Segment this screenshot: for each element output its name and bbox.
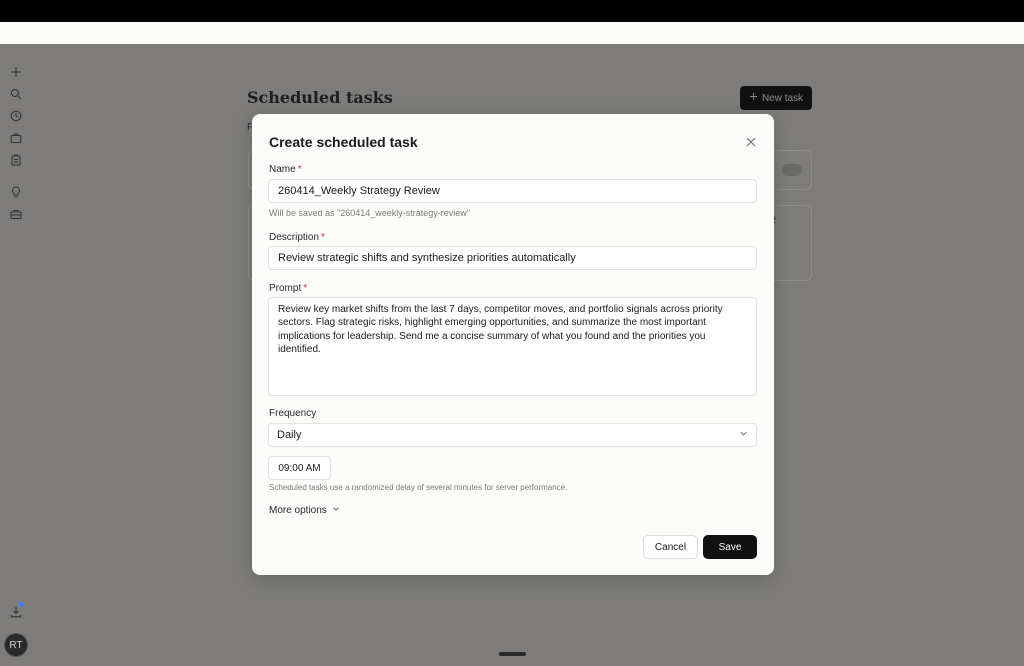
time-picker[interactable]: 09:00 AM <box>268 456 331 480</box>
cancel-button[interactable]: Cancel <box>643 535 698 559</box>
briefcase-icon[interactable] <box>10 132 22 144</box>
system-status-bar <box>0 0 1024 22</box>
delay-hint: Scheduled tasks use a randomized delay o… <box>269 483 568 492</box>
more-options-label: More options <box>269 505 327 516</box>
chevron-down-icon <box>332 505 340 516</box>
sidebar <box>0 44 32 666</box>
clipboard-icon[interactable] <box>10 154 22 166</box>
name-hint: Will be saved as "260414_weekly-strategy… <box>269 208 470 218</box>
frequency-label: Frequency <box>269 408 317 419</box>
more-options-toggle[interactable]: More options <box>269 505 340 516</box>
name-field[interactable] <box>268 179 757 203</box>
plus-icon <box>749 92 758 104</box>
save-button[interactable]: Save <box>703 535 757 559</box>
dialog-title: Create scheduled task <box>269 134 418 150</box>
required-mark: * <box>303 283 308 294</box>
required-mark: * <box>321 232 325 243</box>
new-task-button[interactable]: New task <box>740 86 812 110</box>
prompt-field[interactable]: Review key market shifts from the last 7… <box>268 297 757 396</box>
page-title: Scheduled tasks <box>247 88 393 107</box>
description-field[interactable] <box>268 246 757 270</box>
app-header-bar <box>0 22 1024 44</box>
frequency-select[interactable]: Daily <box>268 423 757 447</box>
plus-icon[interactable] <box>10 66 22 78</box>
frequency-value: Daily <box>277 429 302 441</box>
prompt-label: Prompt * <box>269 283 308 294</box>
close-icon[interactable] <box>745 135 757 147</box>
clock-icon[interactable] <box>10 110 22 122</box>
toolbox-icon[interactable] <box>10 208 22 220</box>
description-label: Description * <box>269 232 325 243</box>
create-task-dialog: Create scheduled task Name* Will be save… <box>252 114 774 575</box>
chevron-down-icon <box>739 429 748 441</box>
home-indicator <box>499 652 526 656</box>
search-icon[interactable] <box>10 88 22 100</box>
required-mark: * <box>297 164 302 175</box>
avatar[interactable]: RT <box>4 633 28 657</box>
task-toggle[interactable] <box>782 164 802 176</box>
lightbulb-icon[interactable] <box>10 186 22 198</box>
notification-dot <box>19 602 24 607</box>
name-label: Name * <box>269 164 302 175</box>
new-task-label: New task <box>761 92 804 104</box>
